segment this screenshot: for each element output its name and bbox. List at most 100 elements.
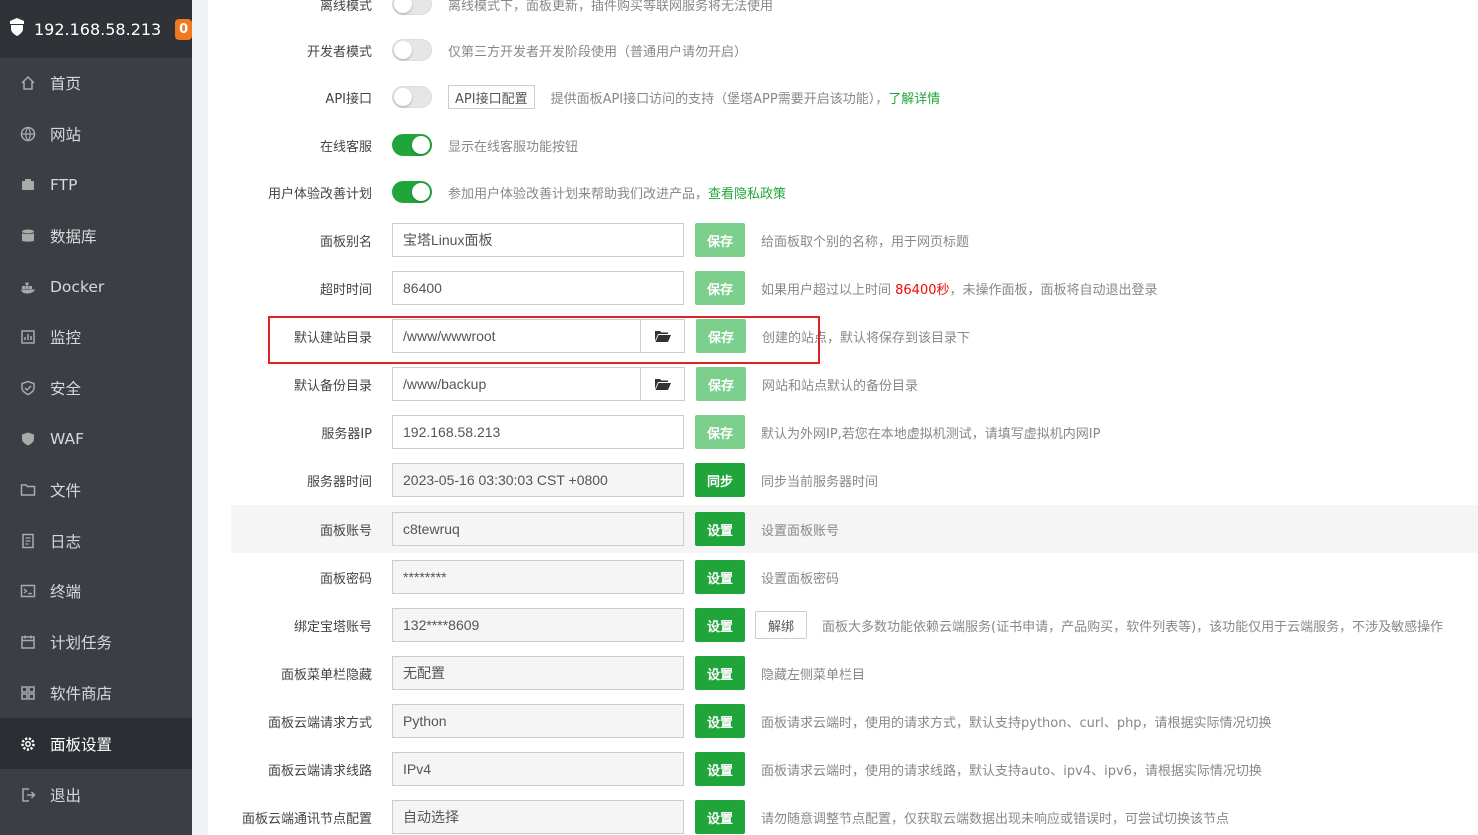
cloud-method-label: 面板云端请求方式 <box>267 715 372 731</box>
timeout-seconds-highlight: 86400秒 <box>895 282 950 298</box>
site-dir-save-button[interactable]: 保存 <box>696 319 746 353</box>
bt-logo-icon <box>8 17 26 41</box>
ftp-icon <box>20 177 36 193</box>
setting-row-timeout: 超时时间 86400 保存 如果用户超过以上时间 86400秒，未操作面板，面板… <box>231 264 1478 312</box>
privacy-policy-link[interactable]: 查看隐私政策 <box>708 187 786 202</box>
sidebar-item-label: 网站 <box>50 126 82 145</box>
setting-row-server-ip: 服务器IP 192.168.58.213 保存 默认为外网IP,若您在本地虚拟机… <box>231 408 1478 456</box>
server-ip-save-button[interactable]: 保存 <box>695 415 745 449</box>
sidebar-item-6[interactable]: 安全 <box>0 363 192 414</box>
sidebar-item-label: 首页 <box>50 75 82 94</box>
globe-icon <box>20 126 36 142</box>
online-service-toggle[interactable] <box>392 134 432 156</box>
server-time-tip: 同步当前服务器时间 <box>761 474 879 490</box>
timeout-save-button[interactable]: 保存 <box>695 271 745 305</box>
server-time-label: 服务器时间 <box>306 474 372 490</box>
sidebar-item-2[interactable]: FTP <box>0 160 192 211</box>
backup-dir-tip: 网站和站点默认的备份目录 <box>762 378 919 394</box>
menu-hide-set-button[interactable]: 设置 <box>695 656 745 690</box>
panel-user-label: 面板账号 <box>319 523 372 539</box>
logout-icon <box>20 787 36 803</box>
panel-alias-input[interactable]: 宝塔Linux面板 <box>392 223 684 257</box>
panel-alias-save-button[interactable]: 保存 <box>695 223 745 257</box>
sidebar-item-label: 安全 <box>50 380 82 399</box>
sidebar-item-5[interactable]: 监控 <box>0 312 192 363</box>
api-config-button[interactable]: API接口配置 <box>448 85 535 109</box>
setting-row-dev-mode: 开发者模式 仅第三方开发者开发阶段使用（普通用户请勿开启） <box>231 26 1478 74</box>
sidebar-item-8[interactable]: 文件 <box>0 464 192 515</box>
sidebar-item-9[interactable]: 日志 <box>0 515 192 566</box>
cloud-node-label: 面板云端通讯节点配置 <box>241 811 372 827</box>
notification-badge[interactable]: 0 <box>175 18 192 40</box>
sidebar-item-label: 退出 <box>50 786 82 805</box>
sidebar-item-7[interactable]: WAF <box>0 414 192 465</box>
panel-password-label: 面板密码 <box>319 571 372 587</box>
setting-row-cloud-node: 面板云端通讯节点配置 自动选择 设置 请勿随意调整节点配置，仅获取云端数据出现未… <box>231 793 1478 835</box>
backup-dir-save-button[interactable]: 保存 <box>696 367 746 401</box>
shield-icon <box>20 380 36 396</box>
cloud-line-set-button[interactable]: 设置 <box>695 752 745 786</box>
site-dir-browse-button[interactable] <box>641 319 685 353</box>
sidebar-item-0[interactable]: 首页 <box>0 58 192 109</box>
backup-dir-browse-button[interactable] <box>641 367 685 401</box>
docker-icon <box>20 279 36 295</box>
sidebar-item-label: 软件商店 <box>50 684 113 703</box>
ux-plan-toggle[interactable] <box>392 181 432 203</box>
sidebar-item-1[interactable]: 网站 <box>0 109 192 160</box>
panel-password-set-button[interactable]: 设置 <box>695 560 745 594</box>
server-time-sync-button[interactable]: 同步 <box>695 463 745 497</box>
folder-open-icon <box>654 331 671 342</box>
site-dir-label: 默认建站目录 <box>293 330 372 346</box>
cloud-method-tip: 面板请求云端时，使用的请求方式，默认支持python、curl、php，请根据实… <box>761 715 1272 731</box>
bt-account-set-button[interactable]: 设置 <box>695 608 745 642</box>
offline-toggle[interactable] <box>392 0 432 15</box>
sidebar-item-label: 监控 <box>50 329 82 348</box>
cloud-method-input: Python <box>392 704 684 738</box>
bt-account-unbind-button[interactable]: 解绑 <box>755 611 807 639</box>
setting-row-server-time: 服务器时间 2023-05-16 03:30:03 CST +0800 同步 同… <box>231 456 1478 504</box>
setting-row-ux-plan: 用户体验改善计划 参加用户体验改善计划来帮助我们改进产品，查看隐私政策 <box>231 168 1478 216</box>
server-ip-input[interactable]: 192.168.58.213 <box>392 415 684 449</box>
site-dir-tip: 创建的站点，默认将保存到该目录下 <box>762 330 971 346</box>
setting-row-panel-password: 面板密码 ******** 设置 设置面板密码 <box>231 553 1478 601</box>
setting-row-bt-account: 绑定宝塔账号 132****8609 设置 解绑 面板大多数功能依赖云端服务(证… <box>231 601 1478 649</box>
sidebar-item-10[interactable]: 终端 <box>0 566 192 617</box>
timeout-input[interactable]: 86400 <box>392 271 684 305</box>
gutter <box>192 0 208 835</box>
panel-user-tip: 设置面板账号 <box>761 523 840 539</box>
setting-row-backup-dir: 默认备份目录 /www/backup 保存 网站和站点默认的备份目录 <box>231 360 1478 408</box>
gear-icon <box>20 736 36 752</box>
site-dir-input[interactable]: /www/wwwroot <box>392 319 641 353</box>
sidebar-item-4[interactable]: Docker <box>0 261 192 312</box>
setting-row-offline: 离线模式 离线模式下，面板更新，插件购买等联网服务将无法使用 <box>231 0 1478 28</box>
bt-account-label: 绑定宝塔账号 <box>293 619 372 635</box>
timeout-label: 超时时间 <box>319 282 372 298</box>
api-tip: 提供面板API接口访问的支持（堡塔APP需要开启该功能）， <box>550 91 889 107</box>
cloud-node-tip: 请勿随意调整节点配置，仅获取云端数据出现未响应或错误时，可尝试切换该节点 <box>761 811 1230 827</box>
dev-mode-toggle[interactable] <box>392 39 432 61</box>
cloud-line-label: 面板云端请求线路 <box>267 763 372 779</box>
sidebar-item-13[interactable]: 面板设置 <box>0 718 192 770</box>
api-details-link[interactable]: 了解详情 <box>888 92 940 107</box>
sidebar-item-11[interactable]: 计划任务 <box>0 617 192 668</box>
panel-user-set-button[interactable]: 设置 <box>695 512 745 546</box>
sidebar-item-14[interactable]: 退出 <box>0 769 192 820</box>
terminal-icon <box>20 583 36 599</box>
setting-row-api: API接口 API接口配置 提供面板API接口访问的支持（堡塔APP需要开启该功… <box>231 73 1478 121</box>
settings-content: 离线模式 离线模式下，面板更新，插件购买等联网服务将无法使用 开发者模式 仅第三… <box>208 0 1478 835</box>
menu-hide-tip: 隐藏左侧菜单栏目 <box>761 667 866 683</box>
sidebar-item-label: FTP <box>50 175 78 194</box>
sidebar-item-12[interactable]: 软件商店 <box>0 668 192 719</box>
cloud-node-set-button[interactable]: 设置 <box>695 800 745 834</box>
setting-row-panel-alias: 面板别名 宝塔Linux面板 保存 给面板取个别的名称，用于网页标题 <box>231 216 1478 264</box>
monitor-icon <box>20 329 36 345</box>
sidebar-item-3[interactable]: 数据库 <box>0 210 192 261</box>
api-toggle[interactable] <box>392 86 432 108</box>
sidebar-item-label: 文件 <box>50 481 82 500</box>
server-ip: 192.168.58.213 <box>34 19 162 39</box>
cloud-method-set-button[interactable]: 设置 <box>695 704 745 738</box>
apps-icon <box>20 685 36 701</box>
cloud-node-input: 自动选择 <box>392 800 684 834</box>
backup-dir-input[interactable]: /www/backup <box>392 367 641 401</box>
server-header[interactable]: 192.168.58.213 0 <box>0 0 192 58</box>
